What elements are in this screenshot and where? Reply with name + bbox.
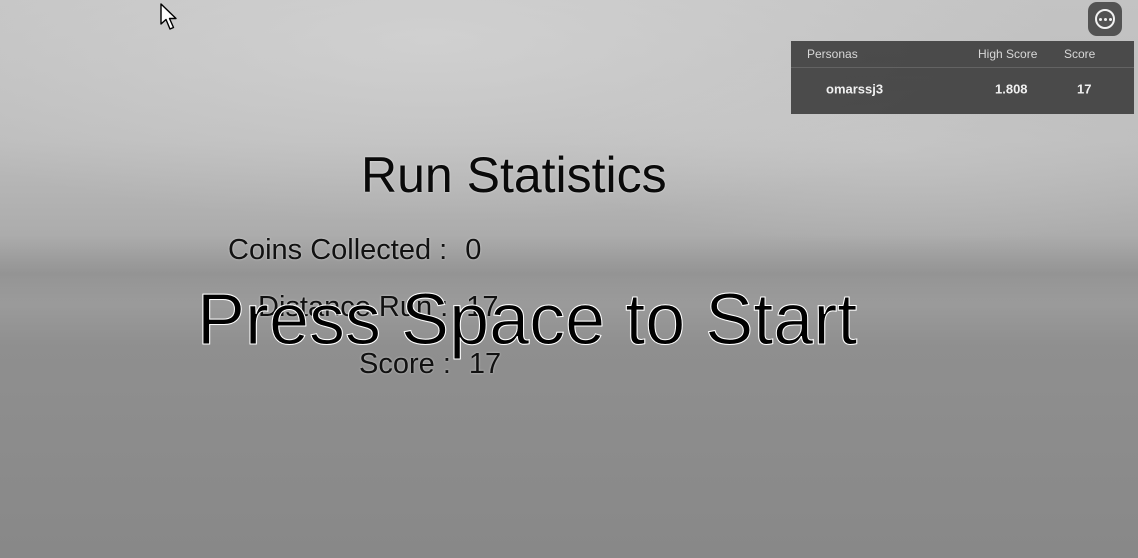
leaderboard-row[interactable]: omarssj3 1.808 17 [791, 68, 1134, 110]
leaderboard-panel: Personas High Score Score omarssj3 1.808… [791, 41, 1134, 114]
score-column-header: Score [1064, 47, 1096, 61]
more-options-button[interactable] [1088, 2, 1122, 36]
mouse-cursor-icon [160, 3, 177, 30]
game-viewport[interactable]: Personas High Score Score omarssj3 1.808… [0, 0, 1138, 558]
personas-column-header: Personas [807, 47, 858, 61]
more-options-icon [1095, 9, 1115, 29]
leaderboard-header: Personas High Score Score [791, 41, 1134, 68]
coins-collected-value: 0 [465, 234, 482, 266]
run-statistics-title: Run Statistics [361, 147, 667, 203]
player-name: omarssj3 [826, 81, 884, 97]
high-score-column-header: High Score [978, 47, 1038, 61]
press-space-to-start-prompt[interactable]: Press Space to Start [196, 284, 857, 357]
player-high-score: 1.808 [995, 81, 1028, 97]
player-score: 17 [1077, 81, 1092, 97]
coins-collected-label: Coins Collected : [228, 234, 448, 266]
coins-collected-stat: Coins Collected : 0 [228, 236, 481, 265]
